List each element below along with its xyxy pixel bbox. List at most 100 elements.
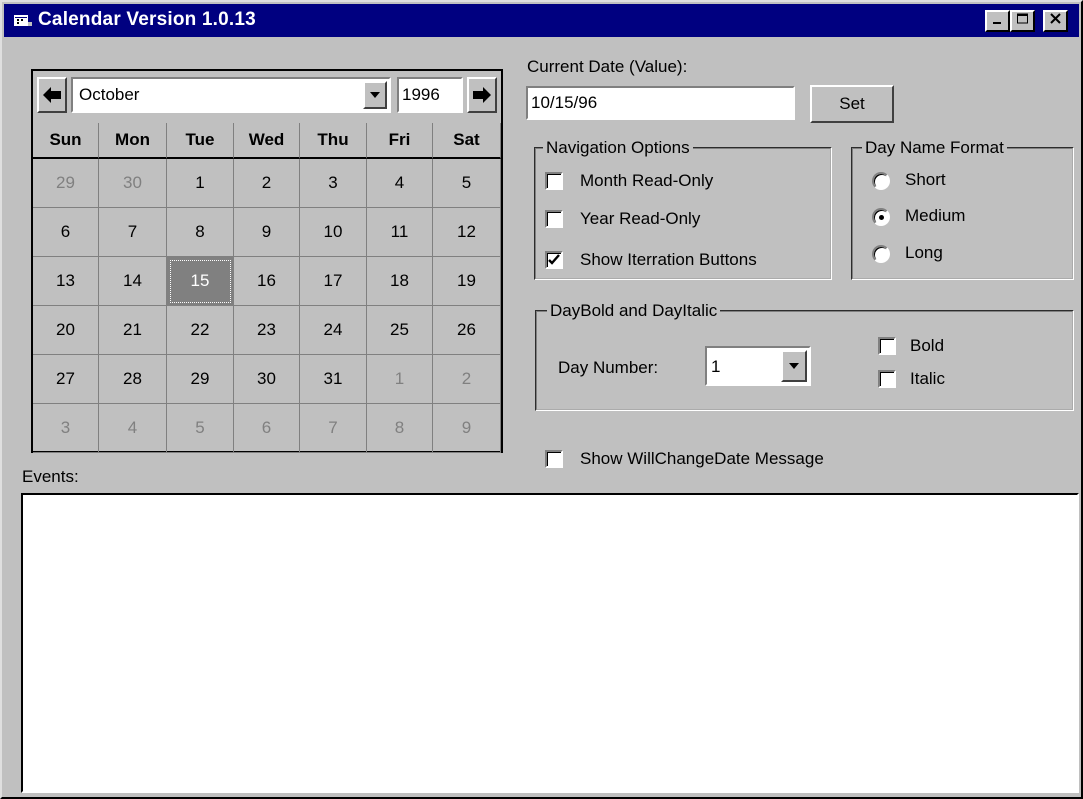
events-label: Events: [22, 467, 79, 486]
month-value: October [79, 85, 140, 104]
month-dropdown-button[interactable] [363, 81, 387, 109]
maximize-button[interactable] [1010, 10, 1035, 32]
calendar-window: Calendar Version 1.0.13 October 1996 Sun… [0, 0, 1083, 799]
calendar-day[interactable]: 29 [33, 159, 99, 208]
nav-option-checkbox[interactable] [545, 210, 563, 228]
calendar-day[interactable]: 7 [300, 404, 367, 453]
calendar-day[interactable]: 4 [367, 159, 433, 208]
calendar-day[interactable]: 14 [99, 257, 167, 306]
calendar-day[interactable]: 22 [167, 306, 234, 355]
year-value: 1996 [402, 85, 440, 104]
calendar-day[interactable]: 13 [33, 257, 99, 306]
calendar-day[interactable]: 21 [99, 306, 167, 355]
set-button-label: Set [839, 94, 865, 113]
calendar-day[interactable]: 11 [367, 208, 433, 257]
navigation-options-title: Navigation Options [543, 138, 693, 158]
calendar-day[interactable]: 23 [234, 306, 300, 355]
calendar-day[interactable]: 25 [367, 306, 433, 355]
arrow-left-icon [43, 87, 61, 103]
calendar-day[interactable]: 6 [234, 404, 300, 453]
format-option-label: Medium [905, 206, 966, 225]
calendar-day[interactable]: 6 [33, 208, 99, 257]
will-change-date-checkbox[interactable] [545, 450, 563, 468]
nav-option-checkbox[interactable] [545, 251, 563, 269]
calendar-day[interactable]: 4 [99, 404, 167, 453]
calendar-day[interactable]: 10 [300, 208, 367, 257]
calendar-day[interactable]: 1 [167, 159, 234, 208]
format-option-label: Long [905, 243, 943, 262]
day-header: Mon [99, 123, 167, 159]
minimize-icon [992, 22, 1001, 24]
current-date-input[interactable]: 10/15/96 [526, 86, 795, 120]
calendar-day[interactable]: 16 [234, 257, 300, 306]
calendar-day[interactable]: 28 [99, 355, 167, 404]
format-radio-short[interactable] [872, 172, 890, 190]
calendar-day[interactable]: 3 [33, 404, 99, 453]
nav-option-label: Month Read-Only [580, 171, 714, 190]
set-button[interactable]: Set [810, 85, 894, 123]
calendar-day[interactable]: 1 [367, 355, 433, 404]
format-radio-medium[interactable] [872, 208, 890, 226]
maximize-icon [1016, 13, 1028, 24]
day-number-label: Day Number: [558, 358, 659, 377]
year-field[interactable]: 1996 [397, 77, 463, 113]
calendar-day[interactable]: 18 [367, 257, 433, 306]
events-listbox[interactable] [21, 493, 1079, 793]
close-icon [1049, 13, 1061, 24]
calendar-day[interactable]: 17 [300, 257, 367, 306]
next-month-button[interactable] [467, 77, 497, 113]
title-bar[interactable]: Calendar Version 1.0.13 [4, 4, 1079, 37]
calendar-day[interactable]: 31 [300, 355, 367, 404]
calendar-day[interactable]: 27 [33, 355, 99, 404]
format-option-label: Short [905, 170, 946, 189]
day-header: Sun [33, 123, 99, 159]
month-combo[interactable]: October [71, 77, 391, 113]
calendar-day[interactable]: 29 [167, 355, 234, 404]
format-radio-long[interactable] [872, 245, 890, 263]
calendar-day[interactable]: 24 [300, 306, 367, 355]
chevron-down-icon [370, 92, 380, 98]
calendar-day[interactable]: 5 [167, 404, 234, 453]
calendar-day[interactable]: 5 [433, 159, 501, 208]
calendar-day[interactable]: 8 [367, 404, 433, 453]
nav-option-label: Show Iterration Buttons [580, 250, 757, 269]
calendar-day[interactable]: 9 [234, 208, 300, 257]
will-change-date-label: Show WillChangeDate Message [580, 449, 824, 468]
calendar-day[interactable]: 20 [33, 306, 99, 355]
day-number-combo[interactable]: 1 [705, 346, 811, 386]
chevron-down-icon [789, 363, 799, 369]
calendar-day[interactable]: 2 [234, 159, 300, 208]
day-header: Sat [433, 123, 501, 159]
calendar-day[interactable]: 12 [433, 208, 501, 257]
calendar-day[interactable]: 9 [433, 404, 501, 453]
nav-option-checkbox[interactable] [545, 172, 563, 190]
calendar-day[interactable]: 19 [433, 257, 501, 306]
calendar-day[interactable]: 8 [167, 208, 234, 257]
day-number-dropdown-button[interactable] [781, 350, 807, 382]
window-title: Calendar Version 1.0.13 [38, 9, 256, 30]
current-date-value: 10/15/96 [531, 93, 598, 112]
radio-selected-dot [879, 215, 884, 220]
prev-month-button[interactable] [37, 77, 67, 113]
day-number-value: 1 [711, 357, 721, 376]
current-date-label: Current Date (Value): [527, 57, 688, 76]
calendar-day[interactable]: 7 [99, 208, 167, 257]
calendar-day[interactable]: 2 [433, 355, 501, 404]
day-header: Wed [234, 123, 300, 159]
checkmark-icon [548, 254, 560, 265]
calendar-day[interactable]: 30 [234, 355, 300, 404]
daybold-dayitalic-title: DayBold and DayItalic [547, 301, 721, 321]
app-icon [14, 15, 32, 26]
nav-option-label: Year Read-Only [580, 209, 701, 228]
calendar-control: October 1996 Sun Mon Tue Wed Thu Fri Sat 29 30 1 2… [31, 69, 503, 453]
day-grid: Sun Mon Tue Wed Thu Fri Sat 29 30 1 2 3 4 5 6 7 8 9 10 11 12… [33, 123, 501, 453]
calendar-day[interactable]: 26 [433, 306, 501, 355]
calendar-day[interactable]: 3 [300, 159, 367, 208]
italic-checkbox[interactable] [878, 370, 896, 388]
italic-label: Italic [910, 369, 945, 388]
bold-checkbox[interactable] [878, 337, 896, 355]
calendar-day-selected[interactable]: 15 [167, 257, 234, 306]
minimize-button[interactable] [985, 10, 1010, 32]
calendar-day[interactable]: 30 [99, 159, 167, 208]
close-button[interactable] [1043, 10, 1068, 32]
